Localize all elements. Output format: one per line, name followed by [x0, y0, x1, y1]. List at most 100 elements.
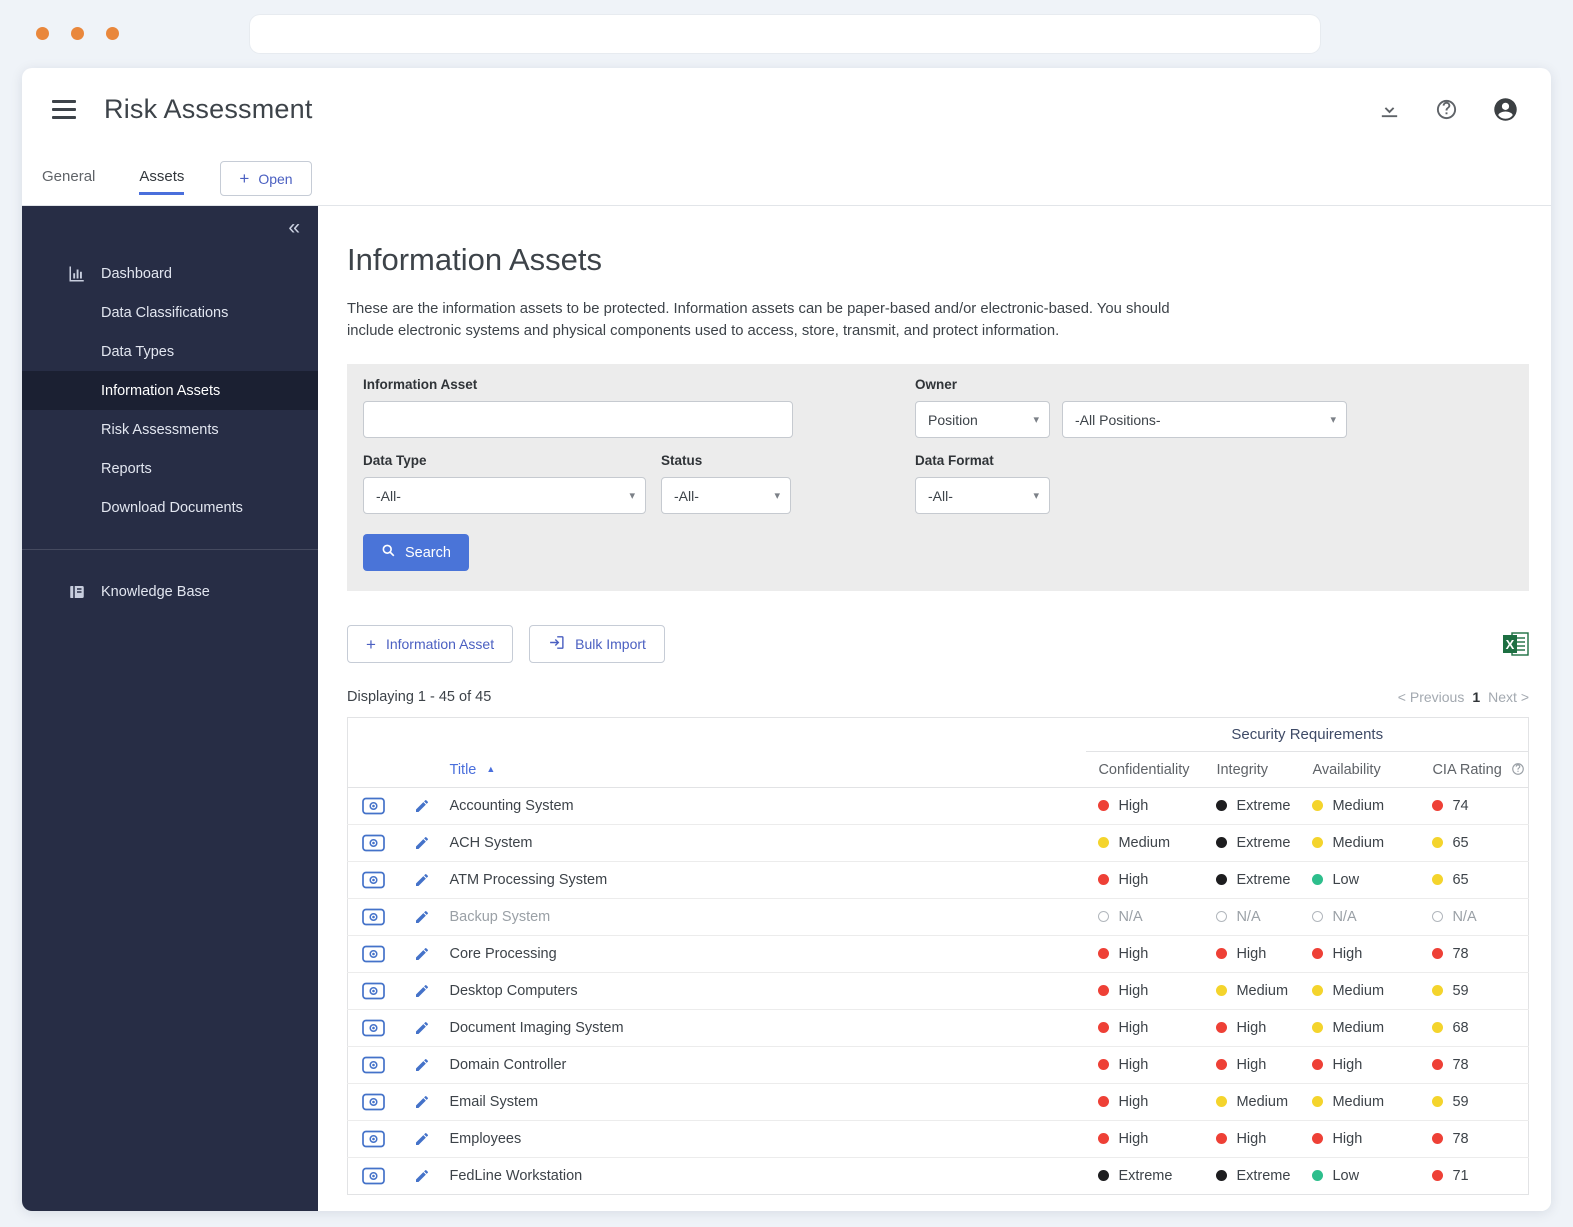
edit-icon[interactable]: [414, 1131, 430, 1147]
level-label: High: [1236, 946, 1266, 962]
column-header-availability[interactable]: Availability: [1300, 752, 1420, 788]
sidebar-item-knowledge-base[interactable]: Knowledge Base: [22, 572, 318, 611]
view-icon[interactable]: [362, 908, 385, 926]
view-icon[interactable]: [362, 1130, 385, 1148]
sidebar-item-label: Data Classifications: [101, 305, 228, 321]
view-icon[interactable]: [362, 1019, 385, 1037]
pagination-next[interactable]: Next >: [1488, 689, 1529, 705]
tab-general[interactable]: General: [42, 168, 95, 195]
level-label: Extreme: [1236, 798, 1290, 814]
chevron-down-icon: ▾: [1033, 413, 1039, 426]
status-dot: [1098, 874, 1109, 885]
asset-title: Email System: [444, 1084, 1087, 1121]
table-row: Accounting SystemHighExtremeMedium74: [348, 788, 1529, 825]
level-label: High: [1118, 1131, 1148, 1147]
open-button-label: Open: [258, 171, 292, 187]
open-button[interactable]: + Open: [220, 161, 311, 196]
status-dot: [1098, 1096, 1109, 1107]
owner-type-select[interactable]: Position ▾: [915, 401, 1050, 438]
edit-icon[interactable]: [414, 1020, 430, 1036]
assets-table-body: Accounting SystemHighExtremeMedium74ACH …: [348, 788, 1529, 1195]
collapse-sidebar-icon[interactable]: «: [288, 216, 300, 240]
level-label: Extreme: [1236, 835, 1290, 851]
view-icon[interactable]: [362, 1167, 385, 1185]
status-dot: [1312, 837, 1323, 848]
sidebar-item-reports[interactable]: Reports: [22, 449, 318, 488]
status-select[interactable]: -All- ▾: [661, 477, 791, 514]
level-label: Medium: [1332, 983, 1384, 999]
column-header-cia-rating[interactable]: CIA Rating: [1420, 752, 1528, 788]
sidebar-item-label: Download Documents: [101, 500, 243, 516]
data-type-value: -All-: [376, 488, 401, 504]
sidebar-item-download-documents[interactable]: Download Documents: [22, 488, 318, 527]
level-label: Medium: [1332, 1020, 1384, 1036]
table-row: Backup SystemN/AN/AN/AN/A: [348, 899, 1529, 936]
status-dot: [1216, 1059, 1227, 1070]
sidebar-item-risk-assessments[interactable]: Risk Assessments: [22, 410, 318, 449]
filter-label-data-format: Data Format: [915, 453, 1050, 468]
edit-icon[interactable]: [414, 872, 430, 888]
level-label: 68: [1452, 1020, 1468, 1036]
edit-icon[interactable]: [414, 1094, 430, 1110]
pagination-current-page[interactable]: 1: [1472, 689, 1480, 705]
bulk-import-button[interactable]: Bulk Import: [529, 625, 665, 663]
filter-label-owner: Owner: [915, 377, 1347, 392]
menu-icon[interactable]: [52, 100, 76, 119]
address-bar[interactable]: [250, 15, 1320, 53]
table-row: FedLine WorkstationExtremeExtremeLow71: [348, 1158, 1529, 1195]
view-icon[interactable]: [362, 945, 385, 963]
avatar-icon[interactable]: [1492, 96, 1519, 123]
window-control-dot[interactable]: [71, 27, 84, 40]
view-icon[interactable]: [362, 1056, 385, 1074]
column-header-title[interactable]: Title ▲: [444, 752, 1087, 788]
view-icon[interactable]: [362, 871, 385, 889]
asset-title: ATM Processing System: [444, 862, 1087, 899]
plus-icon: +: [239, 170, 249, 187]
data-type-select[interactable]: -All- ▾: [363, 477, 646, 514]
column-header-confidentiality[interactable]: Confidentiality: [1086, 752, 1204, 788]
view-icon[interactable]: [362, 982, 385, 1000]
sidebar-item-information-assets[interactable]: Information Assets: [22, 371, 318, 410]
status-dot: [1312, 911, 1323, 922]
assets-table: Security Requirements Title ▲ Confidenti…: [347, 717, 1529, 1195]
help-circle-icon[interactable]: [1511, 762, 1525, 776]
edit-icon[interactable]: [414, 909, 430, 925]
column-header-integrity[interactable]: Integrity: [1204, 752, 1300, 788]
add-information-asset-button[interactable]: + Information Asset: [347, 625, 513, 663]
results-meta-row: Displaying 1 - 45 of 45 < Previous 1 Nex…: [347, 689, 1529, 705]
window-control-dot[interactable]: [106, 27, 119, 40]
edit-icon[interactable]: [414, 1057, 430, 1073]
search-button[interactable]: Search: [363, 534, 469, 571]
edit-icon[interactable]: [414, 983, 430, 999]
tab-assets[interactable]: Assets: [139, 168, 184, 195]
help-icon[interactable]: [1435, 98, 1458, 121]
status-dot: [1432, 1059, 1443, 1070]
edit-icon[interactable]: [414, 798, 430, 814]
excel-export-icon[interactable]: X: [1503, 632, 1529, 656]
level-label: 59: [1452, 983, 1468, 999]
status-dot: [1098, 1022, 1109, 1033]
view-icon[interactable]: [362, 1093, 385, 1111]
data-format-select[interactable]: -All- ▾: [915, 477, 1050, 514]
status-dot: [1312, 985, 1323, 996]
edit-icon[interactable]: [414, 1168, 430, 1184]
chevron-down-icon: ▾: [1033, 489, 1039, 502]
sidebar-item-data-types[interactable]: Data Types: [22, 332, 318, 371]
page-description: These are the information assets to be p…: [347, 298, 1182, 342]
chevron-down-icon: ▾: [629, 489, 635, 502]
owner-position-select[interactable]: -All Positions- ▾: [1062, 401, 1347, 438]
view-icon[interactable]: [362, 834, 385, 852]
level-label: Medium: [1332, 1094, 1384, 1110]
edit-icon[interactable]: [414, 946, 430, 962]
information-asset-input[interactable]: [363, 401, 793, 438]
sidebar-item-data-classifications[interactable]: Data Classifications: [22, 293, 318, 332]
pagination-previous[interactable]: < Previous: [1398, 689, 1465, 705]
level-label: Medium: [1236, 1094, 1288, 1110]
sidebar-item-dashboard[interactable]: Dashboard: [22, 254, 318, 293]
edit-icon[interactable]: [414, 835, 430, 851]
view-icon[interactable]: [362, 797, 385, 815]
status-dot: [1312, 1170, 1323, 1181]
download-icon[interactable]: [1378, 98, 1401, 121]
level-label: 78: [1452, 1131, 1468, 1147]
window-control-dot[interactable]: [36, 27, 49, 40]
